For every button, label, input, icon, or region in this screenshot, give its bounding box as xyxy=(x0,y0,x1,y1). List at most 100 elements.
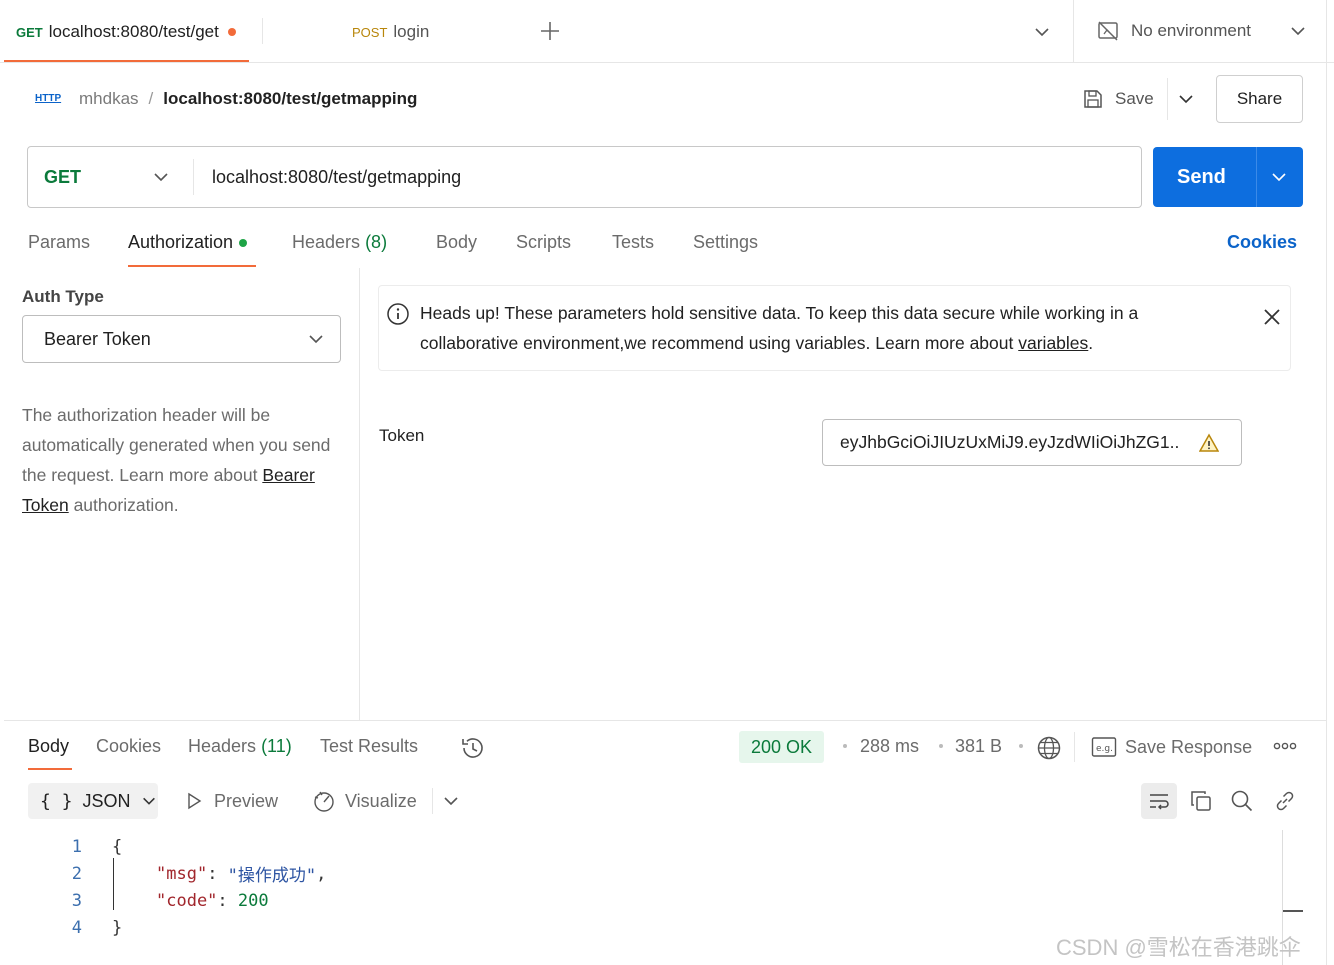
example-icon: e.g. xyxy=(1091,737,1117,757)
globe-icon[interactable] xyxy=(1036,735,1062,761)
visualize-icon xyxy=(314,791,334,812)
breadcrumb-request[interactable]: localhost:8080/test/getmapping xyxy=(163,89,417,109)
code-line: 2 "msg": "操作成功", xyxy=(70,860,1270,887)
scrollbar-marker xyxy=(1283,910,1303,912)
visualize-label: Visualize xyxy=(345,790,417,811)
tab-params[interactable]: Params xyxy=(28,232,90,253)
play-icon xyxy=(188,792,202,810)
token-input[interactable]: eyJhbGciOiJIUzUxMiJ9.eyJzdWIiOiJhZG1.. xyxy=(822,419,1242,466)
response-tab-indicator xyxy=(28,768,72,770)
status-badge: 200 OK xyxy=(739,731,825,763)
auth-type-value: Bearer Token xyxy=(44,328,151,349)
chevron-down-icon xyxy=(1179,95,1193,104)
sensitive-data-notice: Heads up! These parameters hold sensitiv… xyxy=(378,285,1291,371)
search-icon[interactable] xyxy=(1230,789,1254,813)
auth-type-select[interactable]: Bearer Token xyxy=(22,315,341,363)
token-label: Token xyxy=(379,426,425,445)
json-sep: : xyxy=(217,890,238,911)
tab-scripts[interactable]: Scripts xyxy=(516,232,571,253)
save-icon xyxy=(1084,90,1102,108)
response-tab-test-results[interactable]: Test Results xyxy=(320,736,418,757)
variables-link[interactable]: variables xyxy=(1018,333,1088,353)
response-code-view: 1 { 2 "msg": "操作成功", 3 "code": 200 4 } xyxy=(70,833,1270,941)
token-value: eyJhbGciOiJIUzUxMiJ9.eyJzdWIiOiJhZG1.. xyxy=(840,432,1180,452)
breadcrumb-separator: / xyxy=(148,89,154,108)
json-key: "code" xyxy=(156,890,218,911)
info-icon xyxy=(387,303,409,325)
url-bar: GET xyxy=(27,146,1142,208)
save-label: Save xyxy=(1115,89,1154,108)
preview-button[interactable]: Preview xyxy=(185,789,278,813)
auth-divider xyxy=(359,268,360,720)
request-tab-post[interactable]: POST login xyxy=(352,20,429,44)
line-number: 4 xyxy=(71,917,82,938)
visualize-button[interactable]: Visualize xyxy=(312,788,417,814)
response-headers-label: Headers xyxy=(188,736,257,756)
watermark: CSDN @雪松在香港跳伞 xyxy=(1056,935,1301,960)
dot-separator xyxy=(1019,744,1023,748)
json-string: "操作成功" xyxy=(227,866,317,886)
environment-selector[interactable]: No environment xyxy=(1096,18,1307,44)
response-divider xyxy=(4,720,1326,721)
tabs-dropdown-button[interactable] xyxy=(1033,23,1051,41)
wrap-lines-button[interactable] xyxy=(1141,783,1177,819)
response-tab-headers[interactable]: Headers (11) xyxy=(188,736,292,757)
request-tab-get[interactable]: GET localhost:8080/test/get xyxy=(16,20,236,44)
auth-description-suffix: authorization. xyxy=(73,495,179,515)
response-tab-body[interactable]: Body xyxy=(28,736,69,757)
tab-title: login xyxy=(393,22,430,41)
chevron-down-icon xyxy=(309,335,323,344)
more-options-icon[interactable] xyxy=(1273,741,1297,751)
chevron-down-icon[interactable] xyxy=(442,792,460,810)
url-input[interactable] xyxy=(212,161,1112,193)
tab-headers-count: (8) xyxy=(365,232,388,252)
copy-icon[interactable] xyxy=(1189,789,1213,813)
tab-settings[interactable]: Settings xyxy=(693,232,758,253)
chevron-down-icon xyxy=(1035,28,1049,37)
chevron-down-icon[interactable] xyxy=(1270,168,1288,186)
tab-method: GET xyxy=(16,24,43,40)
breadcrumb: HTTP mhdkas / localhost:8080/test/getmap… xyxy=(34,86,417,112)
response-tabs: Body Cookies Headers (11) Test Results 2… xyxy=(28,731,1318,763)
new-tab-button[interactable] xyxy=(539,20,561,42)
link-icon[interactable] xyxy=(1273,789,1297,813)
breadcrumb-collection[interactable]: mhdkas xyxy=(79,89,139,109)
tab-tests[interactable]: Tests xyxy=(612,232,654,253)
tab-authorization[interactable]: Authorization xyxy=(128,232,248,253)
send-label: Send xyxy=(1177,165,1226,188)
tab-body[interactable]: Body xyxy=(436,232,477,253)
tab-headers[interactable]: Headers (8) xyxy=(292,232,387,253)
format-select[interactable]: { } JSON xyxy=(28,783,158,819)
tab-divider xyxy=(262,18,263,44)
response-tab-cookies[interactable]: Cookies xyxy=(96,736,161,757)
line-number: 2 xyxy=(71,863,82,884)
response-size: 381 B xyxy=(955,736,1003,756)
svg-text:e.g.: e.g. xyxy=(1096,744,1113,754)
request-tab-indicator xyxy=(128,265,256,267)
braces-icon: { } xyxy=(40,790,73,812)
env-divider xyxy=(1073,0,1074,62)
history-icon[interactable] xyxy=(460,735,486,761)
close-icon[interactable] xyxy=(1261,306,1283,328)
chevron-down-icon xyxy=(154,173,168,182)
chevron-down-icon xyxy=(142,797,155,805)
response-time: 288 ms xyxy=(860,736,920,756)
request-tabs: Params Authorization Headers (8) Body Sc… xyxy=(28,232,1308,256)
save-button[interactable]: Save xyxy=(1082,86,1154,112)
dot-separator xyxy=(939,744,943,748)
method-select[interactable]: GET xyxy=(44,147,194,207)
save-options-button[interactable] xyxy=(1177,90,1195,108)
wrap-icon xyxy=(1150,794,1169,810)
unsaved-dot-icon xyxy=(227,28,236,36)
tab-method: POST xyxy=(352,24,388,40)
code-text: } xyxy=(112,917,123,938)
tab-headers-label: Headers xyxy=(292,232,361,252)
cookies-link[interactable]: Cookies xyxy=(1227,232,1297,253)
save-response-button[interactable]: e.g. Save Response xyxy=(1091,736,1252,758)
save-response-label: Save Response xyxy=(1125,736,1253,757)
send-button[interactable]: Send xyxy=(1153,147,1303,207)
share-button[interactable]: Share xyxy=(1216,75,1303,123)
tab-authorization-label: Authorization xyxy=(128,232,234,252)
plus-icon xyxy=(541,22,559,40)
tab-title: localhost:8080/test/get xyxy=(48,22,219,41)
